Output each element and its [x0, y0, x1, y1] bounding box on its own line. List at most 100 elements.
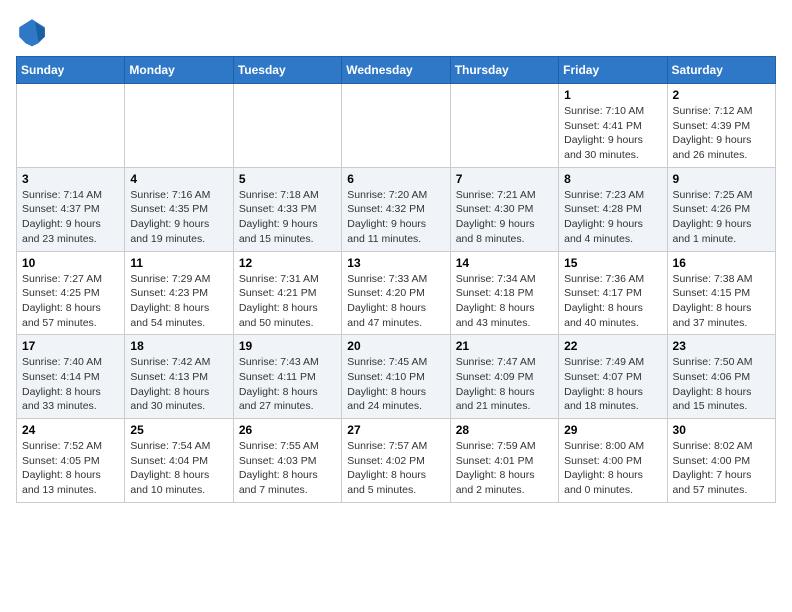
day-number: 20 [347, 339, 444, 353]
header-day: Friday [559, 57, 667, 84]
day-number: 17 [22, 339, 119, 353]
day-number: 16 [673, 256, 770, 270]
day-number: 8 [564, 172, 661, 186]
day-number: 5 [239, 172, 336, 186]
day-info: Sunrise: 7:54 AM Sunset: 4:04 PM Dayligh… [130, 439, 227, 498]
day-number: 30 [673, 423, 770, 437]
day-info: Sunrise: 7:49 AM Sunset: 4:07 PM Dayligh… [564, 355, 661, 414]
day-number: 25 [130, 423, 227, 437]
logo [16, 16, 52, 48]
calendar-week: 10 Sunrise: 7:27 AM Sunset: 4:25 PM Dayli… [17, 251, 776, 335]
calendar-cell: 24 Sunrise: 7:52 AM Sunset: 4:05 PM Dayli… [17, 419, 125, 503]
day-info: Sunrise: 8:02 AM Sunset: 4:00 PM Dayligh… [673, 439, 770, 498]
calendar-cell: 28 Sunrise: 7:59 AM Sunset: 4:01 PM Dayli… [450, 419, 558, 503]
calendar-cell: 15 Sunrise: 7:36 AM Sunset: 4:17 PM Dayli… [559, 251, 667, 335]
calendar-cell: 27Sunrise: 7:57 AM Sunset: 4:02 PM Dayli… [342, 419, 450, 503]
header [16, 16, 776, 48]
day-info: Sunrise: 7:55 AM Sunset: 4:03 PM Dayligh… [239, 439, 336, 498]
calendar-cell [17, 84, 125, 168]
day-info: Sunrise: 7:25 AM Sunset: 4:26 PM Dayligh… [673, 188, 770, 247]
day-number: 9 [673, 172, 770, 186]
day-number: 15 [564, 256, 661, 270]
header-day: Thursday [450, 57, 558, 84]
day-info: Sunrise: 7:40 AM Sunset: 4:14 PM Dayligh… [22, 355, 119, 414]
day-number: 22 [564, 339, 661, 353]
day-number: 14 [456, 256, 553, 270]
calendar-table: SundayMondayTuesdayWednesdayThursdayFrid… [16, 56, 776, 503]
day-info: Sunrise: 7:14 AM Sunset: 4:37 PM Dayligh… [22, 188, 119, 247]
calendar-cell: 16 Sunrise: 7:38 AM Sunset: 4:15 PM Dayli… [667, 251, 775, 335]
calendar-cell: 6Sunrise: 7:20 AM Sunset: 4:32 PM Daylig… [342, 167, 450, 251]
day-info: Sunrise: 7:34 AM Sunset: 4:18 PM Dayligh… [456, 272, 553, 331]
calendar-body: 1 Sunrise: 7:10 AM Sunset: 4:41 PM Daylig… [17, 84, 776, 503]
calendar-cell: 12 Sunrise: 7:31 AM Sunset: 4:21 PM Dayli… [233, 251, 341, 335]
calendar-cell [233, 84, 341, 168]
day-info: Sunrise: 7:12 AM Sunset: 4:39 PM Dayligh… [673, 104, 770, 163]
day-info: Sunrise: 7:52 AM Sunset: 4:05 PM Dayligh… [22, 439, 119, 498]
day-info: Sunrise: 7:10 AM Sunset: 4:41 PM Dayligh… [564, 104, 661, 163]
calendar-cell: 10 Sunrise: 7:27 AM Sunset: 4:25 PM Dayli… [17, 251, 125, 335]
calendar-cell: 11Sunrise: 7:29 AM Sunset: 4:23 PM Dayli… [125, 251, 233, 335]
day-number: 19 [239, 339, 336, 353]
day-info: Sunrise: 7:18 AM Sunset: 4:33 PM Dayligh… [239, 188, 336, 247]
day-info: Sunrise: 7:47 AM Sunset: 4:09 PM Dayligh… [456, 355, 553, 414]
calendar-cell: 26 Sunrise: 7:55 AM Sunset: 4:03 PM Dayli… [233, 419, 341, 503]
calendar-cell: 4Sunrise: 7:16 AM Sunset: 4:35 PM Daylig… [125, 167, 233, 251]
day-number: 1 [564, 88, 661, 102]
calendar-cell: 8 Sunrise: 7:23 AM Sunset: 4:28 PM Daylig… [559, 167, 667, 251]
day-info: Sunrise: 7:27 AM Sunset: 4:25 PM Dayligh… [22, 272, 119, 331]
day-info: Sunrise: 7:36 AM Sunset: 4:17 PM Dayligh… [564, 272, 661, 331]
calendar-cell [450, 84, 558, 168]
day-info: Sunrise: 7:38 AM Sunset: 4:15 PM Dayligh… [673, 272, 770, 331]
calendar-week: 17 Sunrise: 7:40 AM Sunset: 4:14 PM Dayli… [17, 335, 776, 419]
day-number: 12 [239, 256, 336, 270]
calendar-week: 1 Sunrise: 7:10 AM Sunset: 4:41 PM Daylig… [17, 84, 776, 168]
header-day: Saturday [667, 57, 775, 84]
calendar-cell: 14 Sunrise: 7:34 AM Sunset: 4:18 PM Dayli… [450, 251, 558, 335]
logo-icon [16, 16, 48, 48]
calendar-cell: 18 Sunrise: 7:42 AM Sunset: 4:13 PM Dayli… [125, 335, 233, 419]
day-info: Sunrise: 7:42 AM Sunset: 4:13 PM Dayligh… [130, 355, 227, 414]
calendar-cell: 21 Sunrise: 7:47 AM Sunset: 4:09 PM Dayli… [450, 335, 558, 419]
calendar-cell: 3 Sunrise: 7:14 AM Sunset: 4:37 PM Daylig… [17, 167, 125, 251]
calendar-cell: 13Sunrise: 7:33 AM Sunset: 4:20 PM Dayli… [342, 251, 450, 335]
calendar-cell: 30 Sunrise: 8:02 AM Sunset: 4:00 PM Dayli… [667, 419, 775, 503]
day-number: 3 [22, 172, 119, 186]
calendar-cell: 23 Sunrise: 7:50 AM Sunset: 4:06 PM Dayli… [667, 335, 775, 419]
calendar-cell: 2Sunrise: 7:12 AM Sunset: 4:39 PM Daylig… [667, 84, 775, 168]
day-info: Sunrise: 8:00 AM Sunset: 4:00 PM Dayligh… [564, 439, 661, 498]
day-info: Sunrise: 7:16 AM Sunset: 4:35 PM Dayligh… [130, 188, 227, 247]
day-number: 28 [456, 423, 553, 437]
day-number: 18 [130, 339, 227, 353]
calendar-cell [342, 84, 450, 168]
day-info: Sunrise: 7:23 AM Sunset: 4:28 PM Dayligh… [564, 188, 661, 247]
day-info: Sunrise: 7:59 AM Sunset: 4:01 PM Dayligh… [456, 439, 553, 498]
day-info: Sunrise: 7:21 AM Sunset: 4:30 PM Dayligh… [456, 188, 553, 247]
calendar-week: 24 Sunrise: 7:52 AM Sunset: 4:05 PM Dayli… [17, 419, 776, 503]
calendar-cell: 17 Sunrise: 7:40 AM Sunset: 4:14 PM Dayli… [17, 335, 125, 419]
day-info: Sunrise: 7:43 AM Sunset: 4:11 PM Dayligh… [239, 355, 336, 414]
day-info: Sunrise: 7:29 AM Sunset: 4:23 PM Dayligh… [130, 272, 227, 331]
day-number: 24 [22, 423, 119, 437]
calendar-cell: 22 Sunrise: 7:49 AM Sunset: 4:07 PM Dayli… [559, 335, 667, 419]
day-number: 23 [673, 339, 770, 353]
day-number: 29 [564, 423, 661, 437]
calendar-header: SundayMondayTuesdayWednesdayThursdayFrid… [17, 57, 776, 84]
calendar-cell: 5 Sunrise: 7:18 AM Sunset: 4:33 PM Daylig… [233, 167, 341, 251]
day-info: Sunrise: 7:50 AM Sunset: 4:06 PM Dayligh… [673, 355, 770, 414]
day-info: Sunrise: 7:33 AM Sunset: 4:20 PM Dayligh… [347, 272, 444, 331]
day-number: 7 [456, 172, 553, 186]
calendar-cell: 25 Sunrise: 7:54 AM Sunset: 4:04 PM Dayli… [125, 419, 233, 503]
day-number: 27 [347, 423, 444, 437]
day-number: 26 [239, 423, 336, 437]
day-number: 10 [22, 256, 119, 270]
header-day: Tuesday [233, 57, 341, 84]
day-number: 6 [347, 172, 444, 186]
day-info: Sunrise: 7:31 AM Sunset: 4:21 PM Dayligh… [239, 272, 336, 331]
calendar-cell: 19 Sunrise: 7:43 AM Sunset: 4:11 PM Dayli… [233, 335, 341, 419]
header-day: Wednesday [342, 57, 450, 84]
calendar-cell: 29 Sunrise: 8:00 AM Sunset: 4:00 PM Dayli… [559, 419, 667, 503]
calendar-cell: 1 Sunrise: 7:10 AM Sunset: 4:41 PM Daylig… [559, 84, 667, 168]
calendar-week: 3 Sunrise: 7:14 AM Sunset: 4:37 PM Daylig… [17, 167, 776, 251]
day-number: 21 [456, 339, 553, 353]
